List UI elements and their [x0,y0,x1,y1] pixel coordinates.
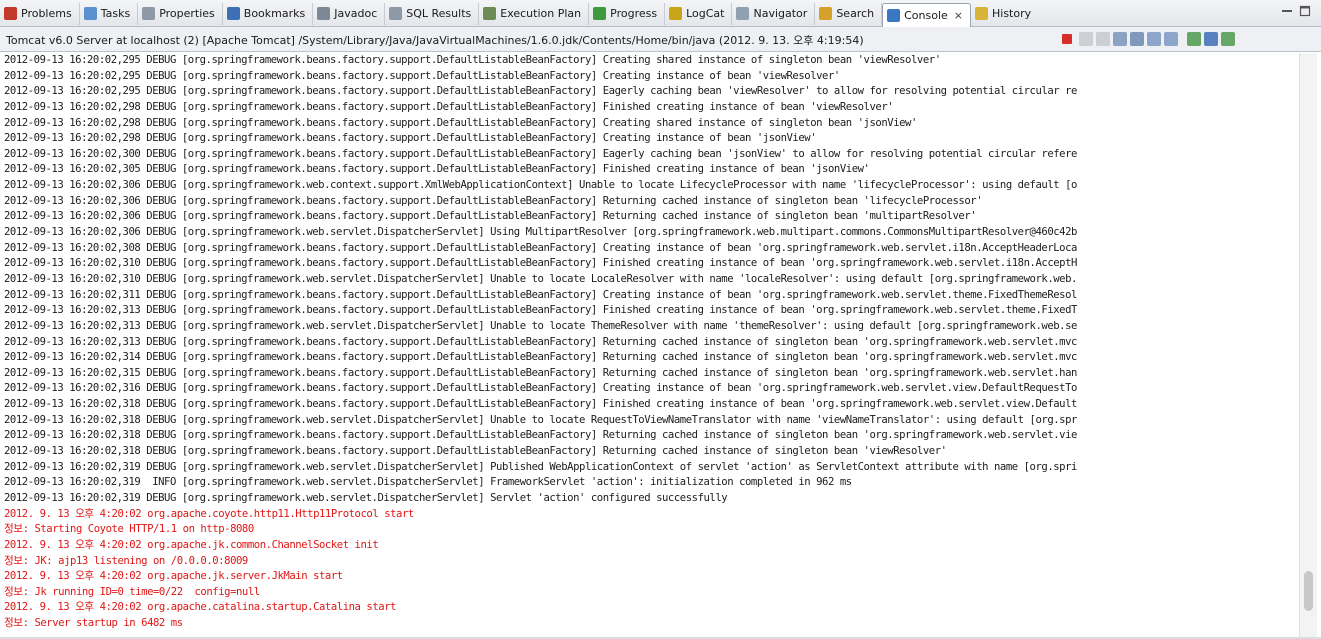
tab-label: Javadoc [334,7,378,20]
execution-plan-icon [483,7,497,20]
javadoc-icon [317,7,331,20]
tab-label: Problems [21,7,72,20]
maximize-icon[interactable] [1298,4,1312,18]
view-tab-bar: Problems Tasks Properties Bookmarks Javadoc S… [0,0,1321,28]
tab-console[interactable]: Console ⨯ [882,2,971,28]
console-line: 2012-09-13 16:20:02,306 DEBUG [org.sprin… [4,226,1077,239]
scroll-lock-icon[interactable] [1130,32,1144,46]
console-line: 2012. 9. 13 오후 4:20:02 org.apache.catali… [4,601,397,614]
history-icon [975,7,988,20]
properties-icon [142,7,156,20]
sql-results-icon [389,7,403,20]
console-toolbar: Tomcat v6.0 Server at localhost (2) [Apa… [0,27,1321,52]
tab-history[interactable]: History [971,3,1038,25]
pin-console-icon[interactable] [1187,32,1201,46]
show-console-on-output-icon[interactable] [1164,32,1178,46]
console-line: 2012-09-13 16:20:02,295 DEBUG [org.sprin… [4,54,941,66]
console-line: 2012-09-13 16:20:02,318 DEBUG [org.sprin… [4,429,1077,442]
console-line: 2012-09-13 16:20:02,295 DEBUG [org.sprin… [4,69,840,82]
console-toolbar-icons [1062,32,1235,46]
console-line: 2012-09-13 16:20:02,318 DEBUG [org.sprin… [4,445,947,458]
tab-label: SQL Results [406,7,472,20]
console-icon [887,9,901,22]
tab-problems[interactable]: Problems [0,2,80,25]
tab-label: Bookmarks [243,7,306,20]
tab-label: Progress [610,7,658,20]
console-line: 2012. 9. 13 오후 4:20:02 org.apache.coyote… [4,507,414,520]
console-line: 2012-09-13 16:20:02,313 DEBUG [org.sprin… [4,304,1077,317]
tab-label: LogCat [686,7,725,20]
console-line: 2012. 9. 13 오후 4:20:02 org.apache.jk.com… [4,538,379,551]
word-wrap-icon[interactable] [1147,32,1161,46]
minimize-icon[interactable] [1280,4,1294,18]
console-line: 2012-09-13 16:20:02,295 DEBUG [org.sprin… [4,85,1077,98]
console-line: 2012-09-13 16:20:02,310 DEBUG [org.sprin… [4,257,1077,270]
console-line: 2012-09-13 16:20:02,306 DEBUG [org.sprin… [4,210,977,223]
console-line: 2012-09-13 16:20:02,298 DEBUG [org.sprin… [4,116,917,129]
console-line: 정보: JK: ajp13 listening on /0.0.0.0:8009 [4,554,248,567]
console-line: 2012-09-13 16:20:02,319 INFO [org.spring… [4,476,852,489]
search-icon [819,7,833,20]
tasks-icon [83,7,97,20]
tab-label: Properties [159,7,215,20]
console-line: 2012-09-13 16:20:02,316 DEBUG [org.sprin… [4,382,1077,395]
console-title: Tomcat v6.0 Server at localhost (2) [Apa… [6,34,864,47]
navigator-icon [736,7,750,20]
tab-sql-results[interactable]: SQL Results [385,2,480,25]
display-selected-console-icon[interactable] [1204,32,1218,46]
console-line: 2012-09-13 16:20:02,306 DEBUG [org.sprin… [4,179,1077,192]
logcat-icon [669,7,683,20]
tab-navigator[interactable]: Navigator [732,2,816,25]
tab-progress[interactable]: Progress [589,2,666,25]
remove-all-terminated-icon[interactable] [1096,32,1110,46]
tab-search[interactable]: Search [815,2,883,25]
vertical-scrollbar[interactable] [1299,53,1317,637]
console-line: 2012-09-13 16:20:02,306 DEBUG [org.sprin… [4,194,983,207]
console-line: 2012-09-13 16:20:02,318 DEBUG [org.sprin… [4,413,1077,426]
terminate-icon[interactable] [1062,34,1072,44]
console-line: 정보: Starting Coyote HTTP/1.1 on http-808… [4,523,254,536]
console-line: 2012-09-13 16:20:02,313 DEBUG [org.sprin… [4,319,1077,332]
progress-icon [593,7,607,20]
tab-tasks[interactable]: Tasks [80,2,139,25]
console-line: 2012-09-13 16:20:02,314 DEBUG [org.sprin… [4,351,1077,364]
console-line: 2012-09-13 16:20:02,319 DEBUG [org.sprin… [4,460,1077,473]
tab-label: Tasks [100,7,131,20]
tab-label: History [992,7,1032,20]
tab-execution-plan[interactable]: Execution Plan [479,2,590,25]
console-line: 2012-09-13 16:20:02,315 DEBUG [org.sprin… [4,366,1077,379]
console-line: 2012-09-13 16:20:02,305 DEBUG [org.sprin… [4,163,870,176]
tab-label: Console [904,9,948,22]
console-line: 2012-09-13 16:20:02,298 DEBUG [org.sprin… [4,100,894,113]
console-line: 2012-09-13 16:20:02,310 DEBUG [org.sprin… [4,272,1077,285]
console-line: 2012-09-13 16:20:02,308 DEBUG [org.sprin… [4,241,1077,254]
console-output[interactable]: 2012-09-13 16:20:02,295 DEBUG [org.sprin… [4,53,1299,637]
tab-properties[interactable]: Properties [138,2,223,25]
console-line: 정보: Jk running ID=0 time=0/22 config=nul… [4,585,260,598]
open-console-icon[interactable] [1221,32,1235,46]
console-line: 정보: Server startup in 6482 ms [4,617,183,630]
console-line: 2012-09-13 16:20:02,313 DEBUG [org.sprin… [4,335,1077,348]
tab-logcat[interactable]: LogCat [665,2,733,25]
console-line: 2012-09-13 16:20:02,298 DEBUG [org.sprin… [4,132,817,145]
tab-label: Search [836,7,875,20]
problems-icon [4,7,17,20]
clear-console-icon[interactable] [1113,32,1127,46]
close-icon[interactable]: ⨯ [954,9,963,22]
console-line: 2012-09-13 16:20:02,311 DEBUG [org.sprin… [4,288,1077,301]
tab-bookmarks[interactable]: Bookmarks [223,2,314,25]
console-line: 2012-09-13 16:20:02,318 DEBUG [org.sprin… [4,398,1077,411]
console-line: 2012. 9. 13 오후 4:20:02 org.apache.jk.ser… [4,570,343,583]
view-tabs: Problems Tasks Properties Bookmarks Javadoc S… [0,0,1038,28]
tab-javadoc[interactable]: Javadoc [313,2,386,25]
console-line: 2012-09-13 16:20:02,300 DEBUG [org.sprin… [4,147,1077,160]
bookmarks-icon [226,7,240,20]
console-line: 2012-09-13 16:20:02,319 DEBUG [org.sprin… [4,491,728,504]
scrollbar-thumb[interactable] [1304,571,1313,611]
tab-label: Execution Plan [500,7,582,20]
tab-label: Navigator [753,7,808,20]
remove-launch-icon[interactable] [1079,32,1093,46]
